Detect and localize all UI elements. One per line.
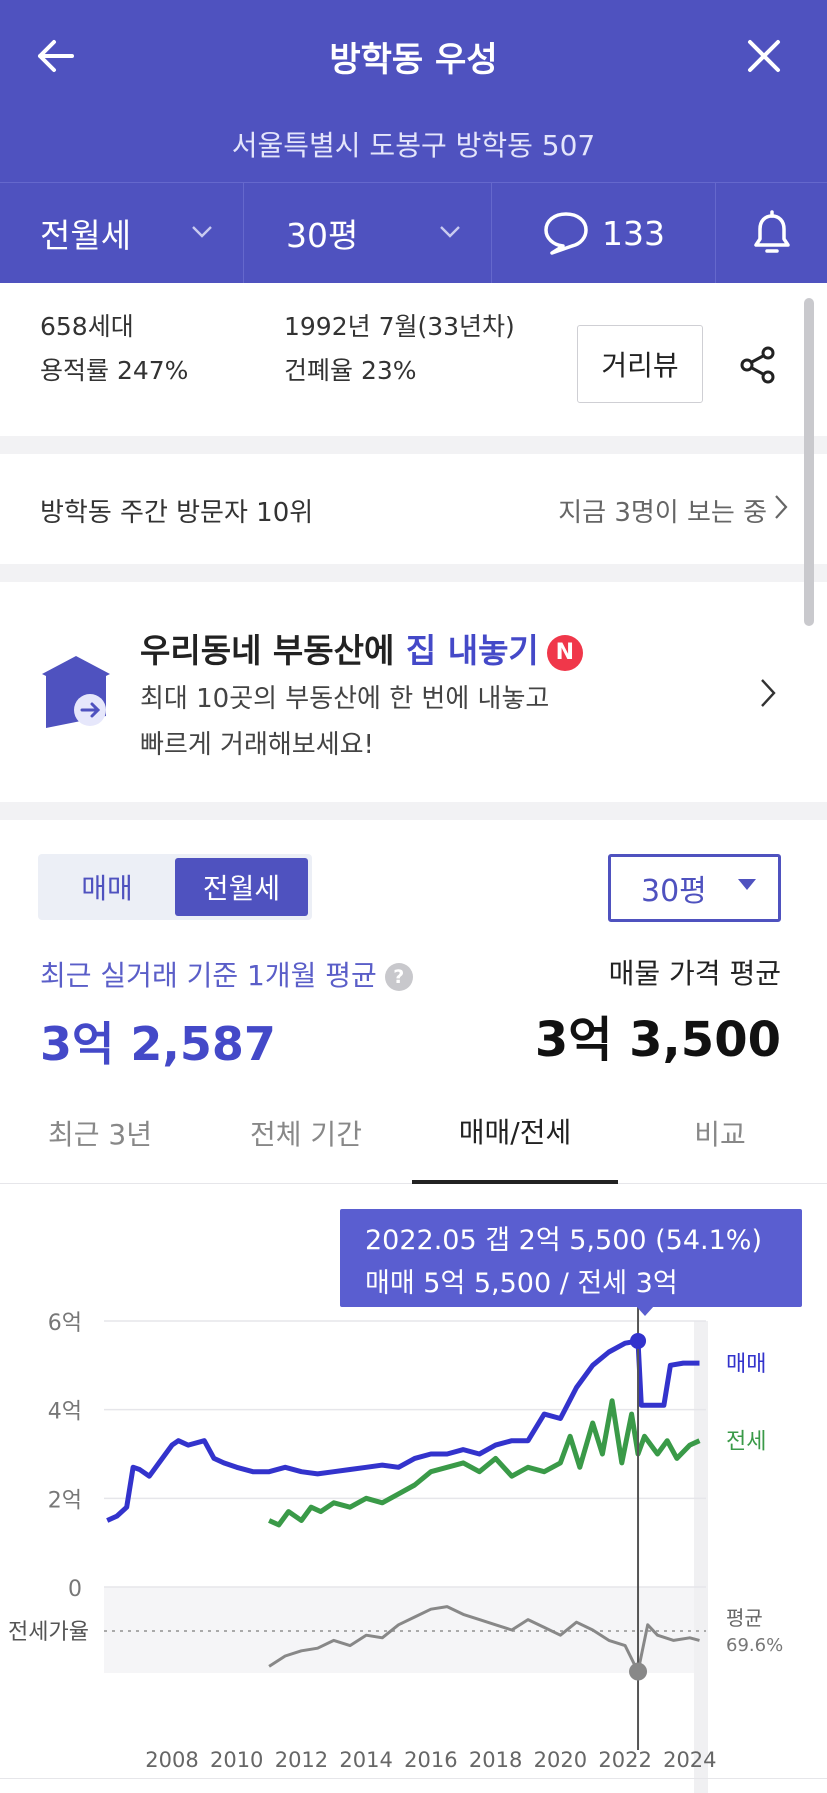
tooltip-line-1: 2022.05 갭 2억 5,500 (54.1%): [365, 1225, 762, 1256]
banner-title-text: 우리동네 부동산에: [140, 631, 406, 670]
banner-description: 최대 10곳의 부동산에 한 번에 내놓고 빠르게 거래해보세요!: [140, 676, 549, 768]
series-label-jeonse: 전세: [726, 1430, 766, 1455]
floor-area-ratio: 용적률 247%: [40, 356, 189, 385]
period-tabs: 최근 3년 전체 기간 매매/전세 비교: [0, 1082, 827, 1184]
x-tick-label: 2014: [339, 1748, 392, 1772]
y-tick-label: 0: [68, 1577, 82, 1602]
section-separator: [0, 564, 827, 582]
chevron-right-icon: [775, 495, 788, 519]
chevron-right-icon: [761, 679, 776, 707]
tab-sale-jeonse[interactable]: 매매/전세: [412, 1082, 618, 1184]
section-separator: [0, 436, 827, 454]
listing-avg-value: 3억 3,500: [534, 1012, 781, 1068]
price-section: 매매 전월세 30평 최근 실거래 기준 1개월 평균? 3억 2,587 매물…: [0, 820, 827, 1793]
new-badge: N: [546, 635, 583, 671]
chevron-down-icon: [192, 226, 212, 238]
y-tick-label: 2억: [48, 1488, 82, 1513]
price-chart[interactable]: 6억 4억 2억 0 전세가율 매매전세평균 69.6% 2008 2010 2012 2014 20…: [0, 1185, 827, 1793]
banner-title: 우리동네 부동산에 집 내놓기 N: [140, 624, 583, 672]
coverage-ratio: 건폐율 23%: [284, 356, 417, 385]
back-arrow-icon[interactable]: [32, 32, 80, 80]
caret-down-icon: [738, 879, 756, 890]
tooltip-pointer: [636, 1306, 654, 1316]
section-separator: [0, 802, 827, 820]
toggle-sale[interactable]: 매매: [42, 858, 172, 916]
current-period-strip: [694, 1321, 708, 1793]
complex-info: 658세대 용적률 247% 1992년 7월(33년차) 건폐율 23% 거리…: [0, 283, 827, 436]
x-tick-label: 2012: [275, 1748, 328, 1772]
trade-type-label: 전월세: [40, 216, 132, 255]
households: 658세대: [40, 312, 134, 341]
tooltip-sale-point: [630, 1332, 647, 1349]
bell-icon: [753, 210, 790, 253]
share-icon[interactable]: [738, 345, 778, 385]
scrollbar[interactable]: [804, 298, 814, 626]
x-tick-label: 2010: [210, 1748, 263, 1772]
banner-title-highlight: 집 내놓기: [405, 631, 539, 670]
street-view-button[interactable]: 거리뷰: [577, 325, 703, 403]
current-viewers[interactable]: 지금 3명이 보는 중: [558, 492, 767, 529]
apartment-detail-page: 방학동 우성 서울특별시 도봉구 방학동 507 전월세 30평 133 658…: [0, 0, 827, 1793]
tab-compare[interactable]: 비교: [660, 1082, 780, 1184]
page-title: 방학동 우성: [329, 40, 498, 80]
comments-button[interactable]: 133: [492, 183, 716, 283]
header: 방학동 우성 서울특별시 도봉구 방학동 507 전월세 30평 133: [0, 0, 827, 283]
filter-bar: 전월세 30평 133: [0, 183, 827, 283]
size-label: 30평: [286, 216, 359, 255]
banner-desc-line: 최대 10곳의 부동산에 한 번에 내놓고: [140, 684, 550, 714]
size-select[interactable]: 30평: [608, 854, 781, 922]
divider: [0, 1778, 827, 1779]
close-icon[interactable]: [740, 32, 788, 80]
visitor-rank-row[interactable]: 방학동 주간 방문자 10위 지금 3명이 보는 중: [0, 454, 827, 564]
series-line-jeonse: [268, 1398, 701, 1528]
tooltip-line-2: 매매 5억 5,500 / 전세 3억: [365, 1268, 678, 1299]
tab-recent-3y[interactable]: 최근 3년: [20, 1082, 180, 1184]
comment-count: 133: [602, 213, 665, 253]
tooltip-ratio-point: [629, 1662, 648, 1681]
x-tick-label: 2016: [404, 1748, 457, 1772]
banner-desc-line: 빠르게 거래해보세요!: [140, 730, 374, 760]
series-label-sale: 매매: [726, 1352, 766, 1377]
x-tick-label: 2022: [598, 1748, 651, 1772]
y-tick-label: 6억: [48, 1311, 82, 1336]
size-select-value: 30평: [641, 874, 707, 909]
tab-all-period[interactable]: 전체 기간: [226, 1082, 386, 1184]
x-tick-label: 2008: [145, 1748, 198, 1772]
visitor-rank: 방학동 주간 방문자 10위: [40, 498, 314, 528]
recent-avg-label: 최근 실거래 기준 1개월 평균?: [40, 954, 413, 994]
size-dropdown[interactable]: 30평: [244, 183, 492, 283]
toggle-rent[interactable]: 전월세: [175, 858, 308, 916]
listing-avg-label: 매물 가격 평균: [608, 957, 781, 990]
x-tick-label: 2020: [534, 1748, 587, 1772]
x-tick-label: 2018: [469, 1748, 522, 1772]
address: 서울특별시 도봉구 방학동 507: [231, 129, 596, 162]
house-upload-icon: [42, 656, 110, 728]
sell-home-banner[interactable]: 우리동네 부동산에 집 내놓기 N 최대 10곳의 부동산에 한 번에 내놓고 빠…: [0, 582, 827, 802]
recent-avg-label-text: 최근 실거래 기준 1개월 평균: [40, 959, 377, 992]
notification-button[interactable]: [716, 183, 827, 283]
built-year: 1992년 7월(33년차): [284, 312, 515, 341]
chart-tooltip: 2022.05 갭 2억 5,500 (54.1%) 매매 5억 5,500 /…: [340, 1209, 802, 1307]
help-icon[interactable]: ?: [384, 963, 413, 991]
chevron-down-icon: [440, 226, 460, 238]
ratio-avg-value: 69.6%: [726, 1635, 783, 1656]
y-tick-label: 4억: [48, 1400, 82, 1425]
ratio-avg-label: 평균: [726, 1606, 763, 1630]
recent-avg-value: 3억 2,587: [40, 1017, 276, 1071]
ratio-axis-label: 전세가율: [8, 1620, 89, 1645]
trade-toggle: 매매 전월세: [38, 854, 312, 920]
x-tick-label: 2024: [663, 1748, 716, 1772]
chat-bubble-icon: [544, 212, 588, 255]
trade-type-dropdown[interactable]: 전월세: [0, 183, 244, 283]
